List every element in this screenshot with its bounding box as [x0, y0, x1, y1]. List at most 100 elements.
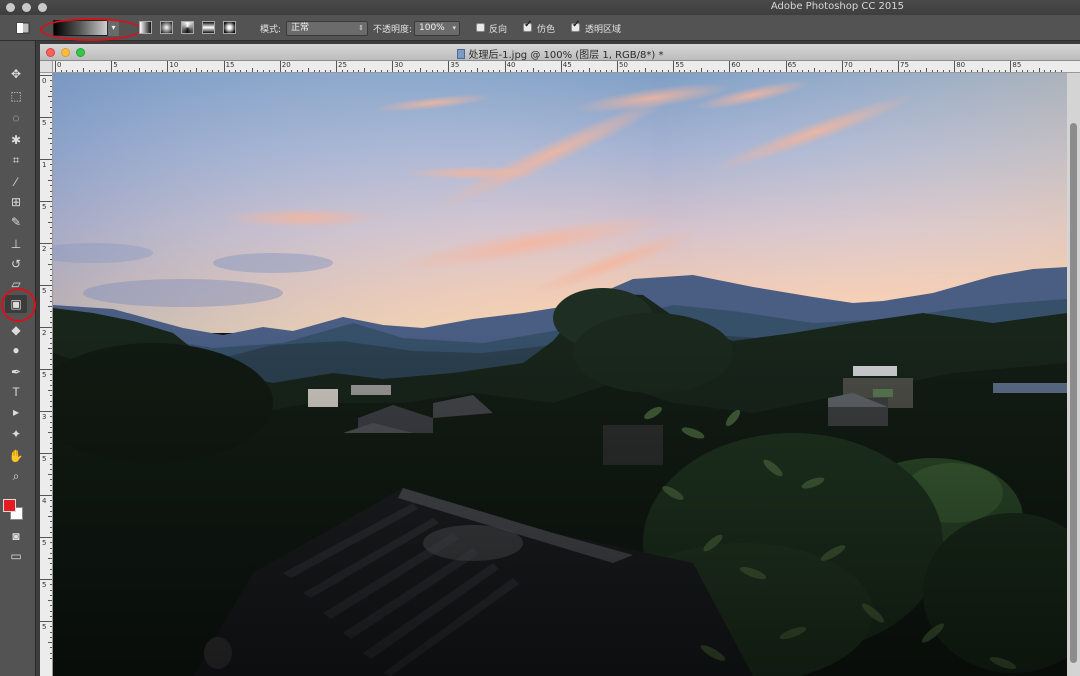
opacity-value: 100%: [419, 23, 445, 33]
document-tab[interactable]: 处理后-1.jpg @ 100% (图层 1, RGB/8*) *: [40, 44, 1080, 61]
eyedropper-tool[interactable]: ⁄: [5, 173, 27, 191]
scrollbar-thumb[interactable]: [1070, 123, 1077, 663]
ruler-label: 0: [42, 77, 47, 85]
clone-stamp-tool[interactable]: ⊥: [5, 235, 27, 253]
checkmark-icon: ✓: [524, 19, 533, 30]
brush-tool[interactable]: ✎: [5, 213, 27, 231]
reverse-checkbox[interactable]: [476, 23, 485, 32]
ruler-tick: [55, 61, 56, 72]
document-title-wrap: 处理后-1.jpg @ 100% (图层 1, RGB/8*) *: [40, 46, 1080, 61]
path-selection-tool[interactable]: ▸: [5, 403, 27, 421]
ruler-tick: [785, 61, 787, 72]
ruler-tick: [167, 61, 169, 72]
vertical-ruler[interactable]: 0 5 1 5 2 5 2 5 3 5 4 5 5 5: [40, 73, 53, 676]
ruler-label: 45: [562, 61, 572, 69]
ruler-tick: [279, 61, 281, 72]
opacity-field[interactable]: 100% ▾: [414, 21, 460, 36]
options-bar: ▾ 模式: 正常 ⇕ 不透明度: 100% ▾ 反向 ✓ 仿色 ✓ 透明区域: [0, 15, 1080, 41]
ruler-tick: [336, 61, 337, 72]
ruler-label: 5: [42, 203, 47, 211]
ruler-tick: [729, 61, 731, 72]
close-window-button[interactable]: [6, 3, 15, 12]
toolbox: ✥ ⬚ ◌ ✱ ⌗ ⁄ ⊞ ✎ ⊥ ↺ ▱ ▣ ◆ ● ✒ T ▸ ✦ ✋ ⌕ ◙ ▭: [0, 41, 36, 676]
dither-checkbox[interactable]: ✓: [523, 19, 532, 32]
mode-value: 正常: [291, 23, 310, 33]
ruler-label: 5: [42, 371, 47, 379]
vertical-scrollbar[interactable]: [1067, 73, 1080, 676]
history-brush-tool[interactable]: ↺: [5, 255, 27, 273]
ruler-tick: [40, 117, 52, 118]
ruler-tick: [40, 495, 52, 496]
reverse-label: 反向: [489, 25, 508, 35]
ruler-tick: [898, 61, 899, 72]
radial-gradient-button[interactable]: [160, 21, 173, 34]
reflected-gradient-button[interactable]: [202, 21, 215, 34]
marquee-tool[interactable]: ⬚: [5, 87, 27, 105]
ruler-origin[interactable]: [40, 61, 53, 73]
ruler-label: 75: [900, 61, 909, 69]
ruler-label: 25: [338, 61, 347, 69]
ruler-label: 80: [956, 61, 966, 69]
ruler-label: 5: [42, 119, 47, 127]
ruler-label: 5: [42, 581, 47, 589]
angle-gradient-button[interactable]: [181, 21, 194, 34]
screen-mode-icon[interactable]: ▭: [5, 547, 27, 565]
horizontal-ruler[interactable]: 0 5 10 15 20 25 30 35 40 45 50 55 60 65 70 75 80 85: [53, 61, 1080, 73]
landscape-photo: [53, 73, 1067, 676]
crop-tool[interactable]: ⌗: [5, 151, 27, 169]
lasso-tool[interactable]: ◌: [5, 109, 27, 127]
ruler-tick: [40, 285, 52, 286]
ruler-label: 10: [169, 61, 179, 69]
ruler-tick: [40, 453, 52, 454]
zoom-window-button[interactable]: [38, 3, 47, 12]
ruler-label: 0: [57, 61, 62, 69]
ruler-tick: [504, 61, 506, 72]
quick-mask-icon[interactable]: ◙: [5, 527, 27, 545]
ruler-label: 40: [506, 61, 516, 69]
ruler-label: 5: [42, 623, 47, 631]
ruler-tick: [40, 327, 52, 328]
ruler-label: 3: [42, 413, 47, 421]
ruler-tick: [617, 61, 618, 72]
blur-tool[interactable]: ◆: [5, 321, 27, 339]
minimize-window-button[interactable]: [22, 3, 31, 12]
annotation-circle-gradient: [40, 18, 142, 41]
image-canvas[interactable]: [53, 73, 1067, 676]
file-icon: [456, 49, 465, 59]
app-title: Adobe Photoshop CC 2015: [770, 1, 904, 12]
dodge-tool[interactable]: ●: [5, 341, 27, 359]
dither-label: 仿色: [537, 25, 556, 35]
ruler-tick: [40, 411, 52, 412]
ruler-tick: [448, 61, 450, 72]
ruler-tick: [560, 61, 562, 72]
ruler-label: 30: [394, 61, 404, 69]
pen-tool[interactable]: ✒: [5, 363, 27, 381]
tool-preset-icon[interactable]: [16, 21, 30, 35]
move-tool[interactable]: ✥: [5, 65, 27, 83]
transparency-checkbox[interactable]: ✓: [571, 19, 580, 32]
ruler-tick: [40, 369, 52, 370]
mode-dropdown[interactable]: 正常 ⇕: [286, 21, 368, 36]
ruler-tick: [841, 61, 843, 72]
healing-brush-tool[interactable]: ⊞: [5, 193, 27, 211]
linear-gradient-button[interactable]: [139, 21, 152, 34]
ruler-tick: [392, 61, 394, 72]
ruler-label: 60: [731, 61, 741, 69]
diamond-gradient-button[interactable]: [223, 21, 236, 34]
zoom-tool[interactable]: ⌕: [5, 467, 27, 485]
quick-selection-tool[interactable]: ✱: [5, 131, 27, 149]
ruler-label: 5: [42, 287, 47, 295]
transparency-label: 透明区域: [585, 25, 622, 35]
ruler-label: 15: [225, 61, 235, 69]
ruler-tick: [40, 75, 52, 76]
ruler-label: 5: [42, 455, 47, 463]
ruler-label: 1: [42, 161, 47, 169]
ruler-label: 55: [675, 61, 685, 69]
foreground-color-swatch[interactable]: [3, 499, 16, 512]
checkmark-icon: ✓: [572, 19, 581, 30]
ruler-label: 4: [42, 497, 47, 505]
opacity-label: 不透明度:: [373, 25, 413, 35]
hand-tool[interactable]: ✋: [5, 447, 27, 465]
type-tool[interactable]: T: [5, 383, 27, 401]
shape-tool[interactable]: ✦: [5, 425, 27, 443]
